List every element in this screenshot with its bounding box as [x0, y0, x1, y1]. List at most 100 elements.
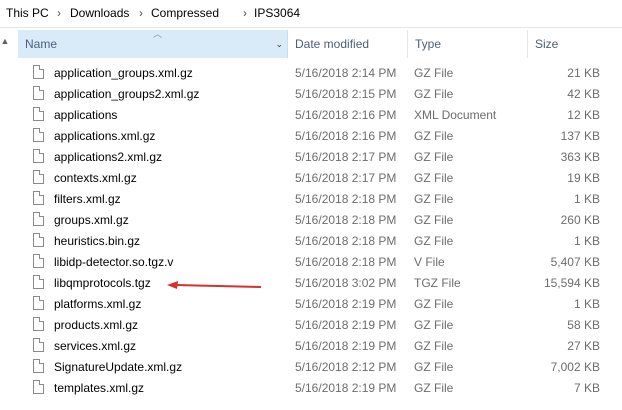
- breadcrumb-separator[interactable]: ›: [243, 6, 247, 20]
- file-size: 137 KB: [560, 129, 600, 143]
- file-icon: [33, 170, 44, 184]
- file-size: 7,002 KB: [550, 360, 600, 374]
- file-icon: [33, 212, 44, 226]
- file-date-modified: 5/16/2018 2:16 PM: [295, 108, 397, 122]
- file-type: GZ File: [414, 213, 454, 227]
- file-type: GZ File: [414, 339, 454, 353]
- column-header: ︿ Name ⌄ Date modified Type Size: [18, 29, 622, 58]
- file-icon: [33, 254, 44, 268]
- file-name: platforms.xml.gz: [54, 297, 142, 311]
- column-header-date[interactable]: Date modified: [288, 30, 408, 58]
- file-date-modified: 5/16/2018 2:18 PM: [295, 192, 397, 206]
- file-size: 27 KB: [567, 339, 600, 353]
- file-size: 21 KB: [567, 66, 600, 80]
- file-icon: [33, 317, 44, 331]
- file-type: GZ File: [414, 318, 454, 332]
- file-name: heuristics.bin.gz: [54, 234, 141, 248]
- file-row[interactable]: SignatureUpdate.xml.gz 5/16/2018 2:12 PM G…: [27, 356, 617, 377]
- file-row[interactable]: platforms.xml.gz 5/16/2018 2:19 PM GZ File…: [27, 293, 617, 314]
- file-name: libidp-detector.so.tgz.v: [54, 255, 174, 269]
- file-icon: [33, 359, 44, 373]
- file-size: 5,407 KB: [550, 255, 600, 269]
- scroll-up-icon[interactable]: ▲: [0, 36, 10, 46]
- file-row[interactable]: applications2.xml.gz 5/16/2018 2:17 PM GZ …: [27, 146, 617, 167]
- file-name: applications: [54, 108, 118, 122]
- file-row[interactable]: services.xml.gz 5/16/2018 2:19 PM GZ File 2…: [27, 335, 617, 356]
- file-row[interactable]: heuristics.bin.gz 5/16/2018 2:18 PM GZ Fil…: [27, 230, 617, 251]
- file-row[interactable]: application_groups2.xml.gz 5/16/2018 2:15…: [27, 83, 617, 104]
- file-date-modified: 5/16/2018 2:18 PM: [295, 213, 397, 227]
- file-type: GZ File: [414, 381, 454, 395]
- file-type: GZ File: [414, 150, 454, 164]
- file-date-modified: 5/16/2018 2:19 PM: [295, 381, 397, 395]
- file-row[interactable]: contexts.xml.gz 5/16/2018 2:17 PM GZ File 1…: [27, 167, 617, 188]
- breadcrumb-separator[interactable]: ›: [139, 6, 143, 20]
- breadcrumb-separator[interactable]: ›: [57, 6, 61, 20]
- file-size: 1 KB: [573, 297, 600, 311]
- file-size: 19 KB: [567, 171, 600, 185]
- file-type: GZ File: [414, 192, 454, 206]
- file-row[interactable]: templates.xml.gz 5/16/2018 2:19 PM GZ File…: [27, 377, 617, 398]
- file-type: GZ File: [414, 129, 454, 143]
- file-icon: [33, 65, 44, 79]
- file-name: applications.xml.gz: [54, 129, 156, 143]
- file-date-modified: 5/16/2018 3:02 PM: [295, 276, 397, 290]
- file-size: 260 KB: [560, 213, 600, 227]
- breadcrumb-downloads[interactable]: Downloads: [70, 6, 129, 20]
- file-row[interactable]: libidp-detector.so.tgz.v 5/16/2018 2:18 P…: [27, 251, 617, 272]
- file-name: templates.xml.gz: [54, 381, 145, 395]
- file-icon: [33, 86, 44, 100]
- chevron-down-icon[interactable]: ⌄: [275, 30, 283, 58]
- file-list: application_groups.xml.gz 5/16/2018 2:14 …: [27, 62, 617, 398]
- file-icon: [33, 296, 44, 310]
- file-name: contexts.xml.gz: [54, 171, 137, 185]
- file-name: products.xml.gz: [54, 318, 139, 332]
- file-type: V File: [414, 255, 445, 269]
- file-size: 363 KB: [560, 150, 600, 164]
- breadcrumb-compressed[interactable]: Compressed: [151, 6, 219, 20]
- file-row[interactable]: groups.xml.gz 5/16/2018 2:18 PM GZ File 260…: [27, 209, 617, 230]
- file-icon: [33, 128, 44, 142]
- column-header-date-label: Date modified: [295, 37, 370, 51]
- file-size: 15,594 KB: [543, 276, 600, 290]
- file-size: 1 KB: [573, 192, 600, 206]
- breadcrumb-this-pc[interactable]: This PC: [6, 6, 49, 20]
- file-row[interactable]: applications.xml.gz 5/16/2018 2:16 PM GZ F…: [27, 125, 617, 146]
- file-date-modified: 5/16/2018 2:16 PM: [295, 129, 397, 143]
- file-name: applications2.xml.gz: [54, 150, 163, 164]
- file-type: GZ File: [414, 171, 454, 185]
- file-date-modified: 5/16/2018 2:14 PM: [295, 66, 397, 80]
- file-icon: [33, 107, 44, 121]
- column-header-type[interactable]: Type: [408, 30, 528, 58]
- file-type: GZ File: [414, 87, 454, 101]
- column-header-size-label: Size: [535, 37, 559, 51]
- file-name: services.xml.gz: [54, 339, 137, 353]
- breadcrumb-ips3064[interactable]: IPS3064: [254, 6, 300, 20]
- column-header-name-label: Name: [25, 37, 58, 51]
- file-row[interactable]: products.xml.gz 5/16/2018 2:19 PM GZ File 5…: [27, 314, 617, 335]
- file-name: filters.xml.gz: [54, 192, 121, 206]
- file-type: GZ File: [414, 66, 454, 80]
- file-size: 58 KB: [567, 318, 600, 332]
- file-name: SignatureUpdate.xml.gz: [54, 360, 183, 374]
- column-header-size[interactable]: Size: [528, 30, 622, 58]
- file-name: libqmprotocols.tgz: [54, 276, 151, 290]
- file-size: 1 KB: [573, 234, 600, 248]
- file-date-modified: 5/16/2018 2:19 PM: [295, 318, 397, 332]
- file-row[interactable]: filters.xml.gz 5/16/2018 2:18 PM GZ File 1 …: [27, 188, 617, 209]
- address-bar[interactable]: This PC › Downloads › Compressed › IPS30…: [0, 0, 622, 28]
- file-icon: [33, 191, 44, 205]
- red-arrow-icon: [167, 281, 262, 289]
- file-row[interactable]: application_groups.xml.gz 5/16/2018 2:14 …: [27, 62, 617, 83]
- column-header-name[interactable]: ︿ Name ⌄: [18, 29, 288, 58]
- file-row[interactable]: applications 5/16/2018 2:16 PM XML Documen…: [27, 104, 617, 125]
- file-date-modified: 5/16/2018 2:19 PM: [295, 297, 397, 311]
- column-header-type-label: Type: [415, 37, 442, 51]
- file-date-modified: 5/16/2018 2:17 PM: [295, 150, 397, 164]
- file-icon: [33, 275, 44, 289]
- file-name: application_groups.xml.gz: [54, 66, 193, 80]
- file-type: GZ File: [414, 360, 454, 374]
- file-row[interactable]: libqmprotocols.tgz 5/16/2018 3:02 PM TGZ F…: [27, 272, 617, 293]
- file-type: GZ File: [414, 297, 454, 311]
- file-size: 7 KB: [573, 381, 600, 395]
